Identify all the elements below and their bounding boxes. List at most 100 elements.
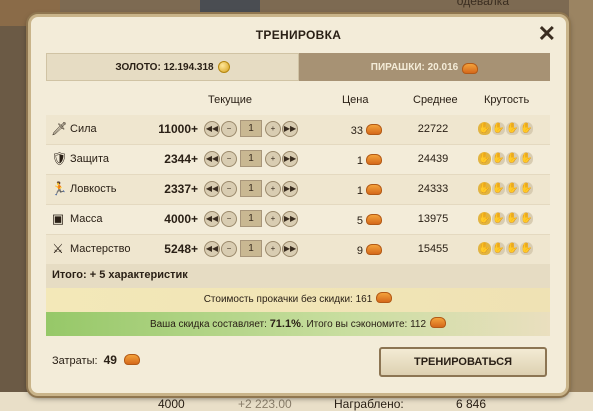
coolness-hand-icon: ✋ [492, 242, 505, 255]
pie-icon [430, 317, 447, 328]
stat-current: 2337+ [164, 182, 198, 196]
discount-row: Ваша скидка составляет: 71.1%. Итого вы … [46, 312, 550, 336]
stat-price: 5 [336, 213, 382, 227]
stat-amount[interactable]: 1 [240, 210, 262, 227]
stat-current: 11000+ [158, 122, 198, 136]
stat-stepper: ◀◀ − 1 + ▶▶ [204, 120, 298, 137]
coolness-hand-icon: ✋ [478, 152, 491, 165]
gold-balance: ЗОЛОТО: 12.194.318 [46, 53, 299, 81]
pie-icon [124, 354, 141, 365]
coolness-hand-icon: ✋ [492, 122, 505, 135]
coolness-hand-icon: ✋ [506, 182, 519, 195]
stat-price-value: 9 [356, 245, 363, 257]
background-label: одевалка [456, 0, 509, 8]
header-current: Текущие [208, 94, 252, 106]
coolness-hand-icon: ✋ [506, 212, 519, 225]
stat-average: 13975 [417, 213, 449, 225]
fast-forward-icon[interactable]: ▶▶ [282, 120, 298, 137]
stat-coolness: ✋ ✋ ✋ ✋ [478, 242, 533, 255]
spent-value: 49 [103, 353, 117, 367]
plus-icon[interactable]: + [265, 180, 281, 197]
stat-average: 22722 [417, 123, 449, 135]
stat-coolness: ✋ ✋ ✋ ✋ [478, 122, 533, 135]
pie-icon [366, 154, 382, 165]
rewind-icon[interactable]: ◀◀ [204, 120, 220, 137]
pie-icon [462, 62, 479, 74]
table-header: Текущие Цена Среднее Крутость [46, 89, 550, 115]
stat-average: 24439 [417, 153, 449, 165]
currency-bar: ЗОЛОТО: 12.194.318 ПИРАШКИ: 20.016 [46, 53, 550, 81]
header-average: Среднее [413, 94, 458, 106]
stat-amount[interactable]: 1 [240, 240, 262, 257]
sword-icon: 🗡 [51, 121, 68, 136]
runner-icon: 🏃 [51, 181, 68, 196]
pie-icon [366, 184, 382, 195]
coolness-hand-icon: ✋ [478, 182, 491, 195]
stat-coolness: ✋ ✋ ✋ ✋ [478, 182, 533, 195]
stat-coolness: ✋ ✋ ✋ ✋ [478, 152, 533, 165]
minus-icon[interactable]: − [221, 180, 237, 197]
pies-balance: ПИРАШКИ: 20.016 [299, 53, 550, 81]
train-button[interactable]: ТРЕНИРОВАТЬСЯ [379, 347, 547, 377]
fast-forward-icon[interactable]: ▶▶ [282, 210, 298, 227]
training-dialog: ТРЕНИРОВКА ✕ ЗОЛОТО: 12.194.318 ПИРАШКИ:… [28, 14, 569, 396]
minus-icon[interactable]: − [221, 240, 237, 257]
fast-forward-icon[interactable]: ▶▶ [282, 180, 298, 197]
table-row: 🗡 Сила 11000+ ◀◀ − 1 + ▶▶ 33 22722 ✋ ✋ ✋ ✋ [46, 115, 550, 145]
fast-forward-icon[interactable]: ▶▶ [282, 150, 298, 167]
coolness-hand-icon: ✋ [520, 122, 533, 135]
header-price: Цена [342, 94, 369, 106]
coolness-hand-icon: ✋ [520, 152, 533, 165]
coolness-hand-icon: ✋ [478, 212, 491, 225]
stat-name: Ловкость [70, 183, 117, 195]
plus-icon[interactable]: + [265, 240, 281, 257]
stat-current: 2344+ [164, 152, 198, 166]
rewind-icon[interactable]: ◀◀ [204, 240, 220, 257]
discount-suffix: . Итого вы сэкономите: 112 [300, 319, 427, 330]
table-row: ⚔ Мастерство 5248+ ◀◀ − 1 + ▶▶ 9 15455 ✋… [46, 235, 550, 265]
shield-icon: 🛡 [51, 151, 68, 166]
pie-icon [376, 292, 393, 303]
stat-average: 15455 [417, 243, 449, 255]
background-value: 4000 [158, 397, 185, 411]
stat-price: 1 [336, 153, 382, 167]
plus-icon[interactable]: + [265, 210, 281, 227]
minus-icon[interactable]: − [221, 150, 237, 167]
plus-icon[interactable]: + [265, 150, 281, 167]
spent-block: Затраты: 49 [52, 353, 141, 367]
coolness-hand-icon: ✋ [506, 122, 519, 135]
fast-forward-icon[interactable]: ▶▶ [282, 240, 298, 257]
stat-coolness: ✋ ✋ ✋ ✋ [478, 212, 533, 225]
minus-icon[interactable]: − [221, 210, 237, 227]
background-value: Награблено: [334, 397, 404, 411]
close-icon[interactable]: ✕ [538, 21, 556, 47]
pie-icon [366, 244, 382, 255]
minus-icon[interactable]: − [221, 120, 237, 137]
table-row: 🏃 Ловкость 2337+ ◀◀ − 1 + ▶▶ 1 24333 ✋ ✋ ✋… [46, 175, 550, 205]
rewind-icon[interactable]: ◀◀ [204, 150, 220, 167]
coolness-hand-icon: ✋ [478, 122, 491, 135]
weight-icon: ▣ [51, 211, 65, 226]
crossed-swords-icon: ⚔ [52, 241, 64, 256]
stat-stepper: ◀◀ − 1 + ▶▶ [204, 210, 298, 227]
gold-label: ЗОЛОТО: 12.194.318 [115, 61, 214, 73]
stat-amount[interactable]: 1 [240, 120, 262, 137]
stat-name: Защита [70, 153, 109, 165]
stat-price-value: 33 [350, 125, 363, 137]
pies-label: ПИРАШКИ: 20.016 [370, 61, 459, 73]
plus-icon[interactable]: + [265, 120, 281, 137]
stat-amount[interactable]: 1 [240, 180, 262, 197]
cost-row: Стоимость прокачки без скидки: 161 [46, 288, 550, 312]
discount-value: 71.1% [269, 318, 301, 330]
spent-label: Затраты: [52, 355, 98, 367]
background-right-panel [569, 0, 593, 411]
coolness-hand-icon: ✋ [478, 242, 491, 255]
coolness-hand-icon: ✋ [520, 212, 533, 225]
rewind-icon[interactable]: ◀◀ [204, 210, 220, 227]
stat-amount[interactable]: 1 [240, 150, 262, 167]
total-row: Итого: + 5 характеристик [46, 264, 550, 288]
stat-name: Мастерство [70, 243, 131, 255]
rewind-icon[interactable]: ◀◀ [204, 180, 220, 197]
stat-stepper: ◀◀ − 1 + ▶▶ [204, 180, 298, 197]
stat-price-value: 1 [356, 185, 363, 197]
